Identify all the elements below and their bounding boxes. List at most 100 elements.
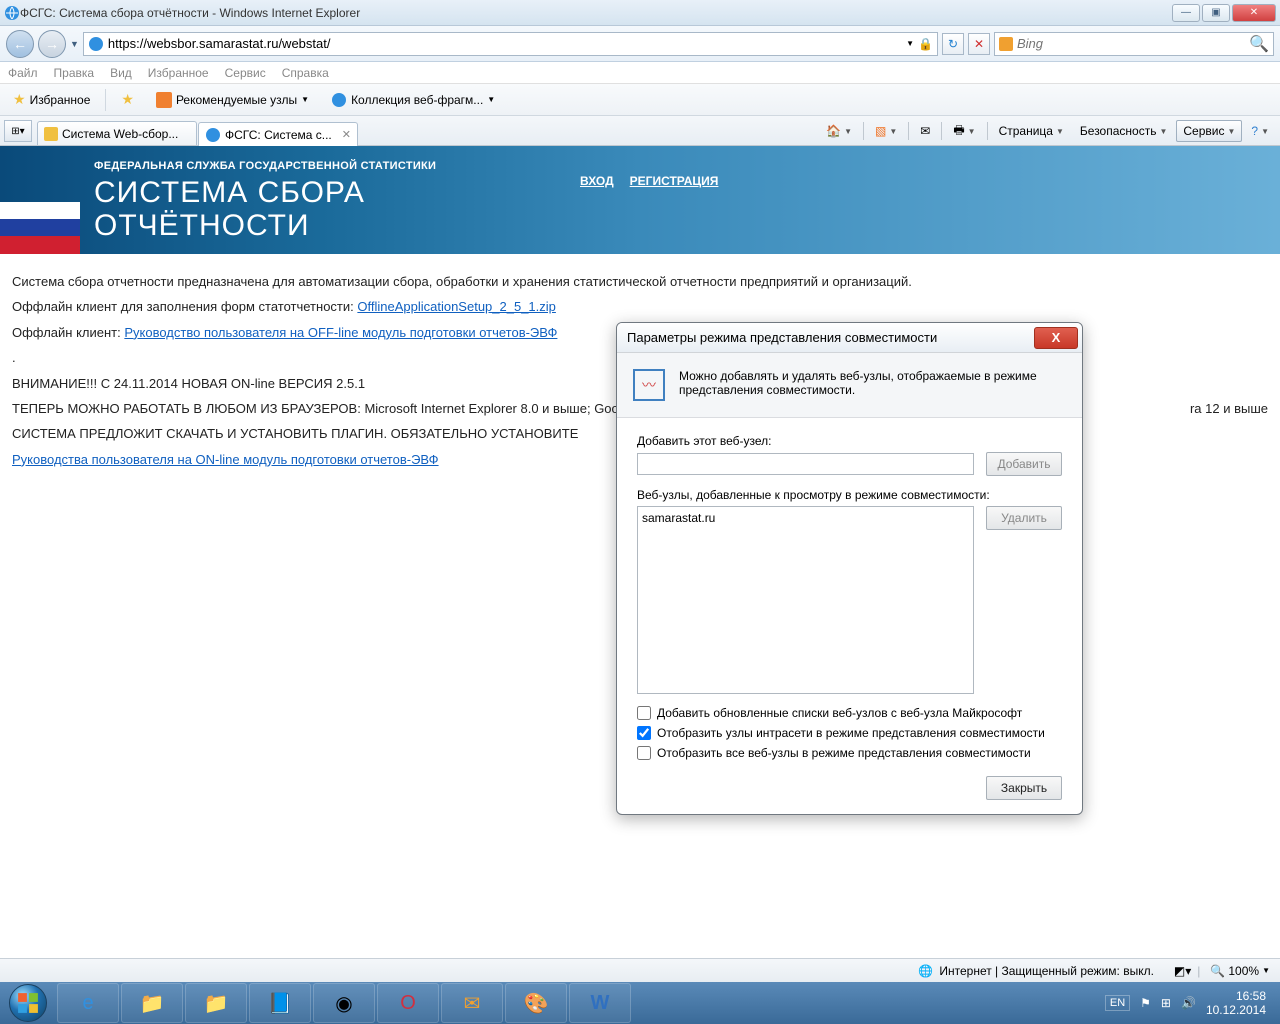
favorites-button[interactable]: ★ Избранное bbox=[6, 87, 97, 112]
menu-favorites[interactable]: Избранное bbox=[148, 66, 209, 80]
ie-icon bbox=[4, 5, 20, 21]
menu-bar: Файл Правка Вид Избранное Сервис Справка bbox=[0, 62, 1280, 84]
list-item[interactable]: samarastat.ru bbox=[642, 511, 969, 525]
browsers-text-a: ТЕПЕРЬ МОЖНО РАБОТАТЬ В ЛЮБОМ ИЗ БРАУЗЕР… bbox=[12, 397, 619, 420]
taskbar-opera[interactable]: O bbox=[377, 983, 439, 1023]
online-guide-link[interactable]: Руководства пользователя на ON-line моду… bbox=[12, 452, 439, 467]
language-indicator[interactable]: EN bbox=[1105, 995, 1130, 1011]
minimize-button[interactable]: — bbox=[1172, 4, 1200, 22]
safety-menu[interactable]: Безопасность▼ bbox=[1073, 120, 1174, 142]
chk-microsoft-list[interactable] bbox=[637, 706, 651, 720]
taskbar-word[interactable]: W bbox=[569, 983, 631, 1023]
refresh-button[interactable]: ↻ bbox=[942, 33, 964, 55]
print-icon: 🖶 bbox=[953, 121, 964, 142]
page-menu[interactable]: Страница▼ bbox=[992, 120, 1071, 142]
sites-listbox[interactable]: samarastat.ru bbox=[637, 506, 974, 694]
quick-tabs-button[interactable]: ⊞▾ bbox=[4, 120, 32, 142]
tools-menu[interactable]: Сервис▼ bbox=[1176, 120, 1242, 142]
bing-icon bbox=[999, 37, 1013, 51]
zoom-icon: 🔍 bbox=[1210, 964, 1225, 978]
service-label: Сервис bbox=[1183, 124, 1224, 138]
protected-mode-icon[interactable]: ◩▾ bbox=[1174, 964, 1191, 978]
opera-icon: O bbox=[400, 992, 416, 1015]
start-button[interactable] bbox=[0, 982, 56, 1024]
help-icon: ? bbox=[1251, 124, 1258, 138]
taskbar-task[interactable]: 📘 bbox=[249, 983, 311, 1023]
folder-icon: 📁 bbox=[140, 991, 165, 1016]
tab-1[interactable]: ФСГС: Система с... ✕ bbox=[198, 122, 358, 146]
feeds-button[interactable]: ▧▼ bbox=[868, 120, 904, 142]
home-button[interactable]: 🏠▼ bbox=[819, 120, 859, 142]
russian-flag-icon bbox=[0, 202, 80, 254]
dialog-info: 〰 Можно добавлять и удалять веб-узлы, от… bbox=[617, 353, 1082, 418]
offline-client-label2: Оффлайн клиент: bbox=[12, 325, 124, 340]
intro-text: Система сбора отчетности предназначена д… bbox=[12, 270, 1268, 293]
tray-clock[interactable]: 16:58 10.12.2014 bbox=[1206, 989, 1266, 1018]
tray-time: 16:58 bbox=[1206, 989, 1266, 1003]
register-link[interactable]: РЕГИСТРАЦИЯ bbox=[630, 174, 719, 188]
add-site-input[interactable] bbox=[637, 453, 974, 475]
status-bar: 🌐 Интернет | Защищенный режим: выкл. ◩▾ … bbox=[0, 958, 1280, 982]
print-button[interactable]: 🖶▼ bbox=[946, 120, 982, 142]
tray-volume-icon[interactable]: 🔊 bbox=[1181, 996, 1196, 1010]
tray-flag-icon[interactable]: ⚑ bbox=[1140, 996, 1151, 1010]
search-icon[interactable]: 🔍 bbox=[1249, 34, 1269, 54]
outlook-icon: ✉ bbox=[464, 991, 481, 1016]
app-icon: 📘 bbox=[268, 991, 293, 1016]
search-box[interactable]: 🔍 bbox=[994, 32, 1274, 56]
dialog-close-button[interactable]: X bbox=[1034, 327, 1078, 349]
window-close-button[interactable]: ✕ bbox=[1232, 4, 1276, 22]
system-tray: EN ⚑ ⊞ 🔊 16:58 10.12.2014 bbox=[1105, 989, 1274, 1018]
add-favorite-button[interactable]: ★ bbox=[114, 87, 141, 112]
stop-button[interactable]: ✕ bbox=[968, 33, 990, 55]
offline-guide-link[interactable]: Руководство пользователя на OFF-line мод… bbox=[124, 325, 557, 340]
close-button[interactable]: Закрыть bbox=[986, 776, 1062, 800]
banner-subtitle: ФЕДЕРАЛЬНАЯ СЛУЖБА ГОСУДАРСТВЕННОЙ СТАТИ… bbox=[94, 160, 436, 172]
chk-intranet[interactable] bbox=[637, 726, 651, 740]
tray-network-icon[interactable]: ⊞ bbox=[1161, 996, 1171, 1010]
maximize-button[interactable]: ▣ bbox=[1202, 4, 1230, 22]
offline-client-label: Оффлайн клиент для заполнения форм стато… bbox=[12, 299, 357, 314]
tab-icon bbox=[205, 127, 221, 143]
menu-help[interactable]: Справка bbox=[282, 66, 329, 80]
menu-file[interactable]: Файл bbox=[8, 66, 38, 80]
taskbar-explorer[interactable]: 📁 bbox=[121, 983, 183, 1023]
tab-label: ФСГС: Система с... bbox=[225, 128, 332, 142]
mail-button[interactable]: ✉ bbox=[913, 120, 937, 142]
address-bar[interactable]: ▼ 🔒 bbox=[83, 32, 938, 56]
star-icon: ★ bbox=[13, 91, 26, 108]
taskbar-outlook[interactable]: ✉ bbox=[441, 983, 503, 1023]
taskbar-ie[interactable]: e bbox=[57, 983, 119, 1023]
login-link[interactable]: ВХОД bbox=[580, 174, 614, 188]
recommended-sites[interactable]: Рекомендуемые узлы ▼ bbox=[149, 88, 316, 112]
chrome-icon: ◉ bbox=[335, 991, 352, 1016]
menu-edit[interactable]: Правка bbox=[54, 66, 95, 80]
url-input[interactable] bbox=[108, 36, 902, 51]
tab-0[interactable]: Система Web-сбор... bbox=[37, 121, 197, 145]
help-button[interactable]: ?▼ bbox=[1244, 120, 1276, 142]
add-button[interactable]: Добавить bbox=[986, 452, 1062, 476]
taskbar-paint[interactable]: 🎨 bbox=[505, 983, 567, 1023]
dialog-titlebar[interactable]: Параметры режима представления совместим… bbox=[617, 323, 1082, 353]
close-tab-icon[interactable]: ✕ bbox=[342, 128, 351, 141]
back-button[interactable]: ← bbox=[6, 30, 34, 58]
dropdown-icon[interactable]: ▼ bbox=[906, 39, 914, 48]
web-fragments[interactable]: Коллекция веб-фрагм... ▼ bbox=[324, 88, 502, 112]
favorites-label: Избранное bbox=[30, 93, 91, 107]
offline-setup-link[interactable]: OfflineApplicationSetup_2_5_1.zip bbox=[357, 299, 556, 314]
taskbar-folder2[interactable]: 📁 bbox=[185, 983, 247, 1023]
forward-button[interactable]: → bbox=[38, 30, 66, 58]
remove-button[interactable]: Удалить bbox=[986, 506, 1062, 530]
home-icon: 🏠 bbox=[826, 124, 841, 138]
dropdown-arrow-icon[interactable]: ▼ bbox=[70, 39, 79, 49]
zoom-control[interactable]: 🔍 100% ▼ bbox=[1206, 964, 1274, 978]
menu-view[interactable]: Вид bbox=[110, 66, 132, 80]
search-input[interactable] bbox=[1017, 36, 1245, 51]
status-sep: | bbox=[1197, 964, 1200, 978]
chk-all-sites[interactable] bbox=[637, 746, 651, 760]
compatibility-view-dialog: Параметры режима представления совместим… bbox=[616, 322, 1083, 815]
taskbar-chrome[interactable]: ◉ bbox=[313, 983, 375, 1023]
tray-date: 10.12.2014 bbox=[1206, 1003, 1266, 1017]
menu-tools[interactable]: Сервис bbox=[225, 66, 266, 80]
safety-label: Безопасность bbox=[1080, 124, 1157, 138]
